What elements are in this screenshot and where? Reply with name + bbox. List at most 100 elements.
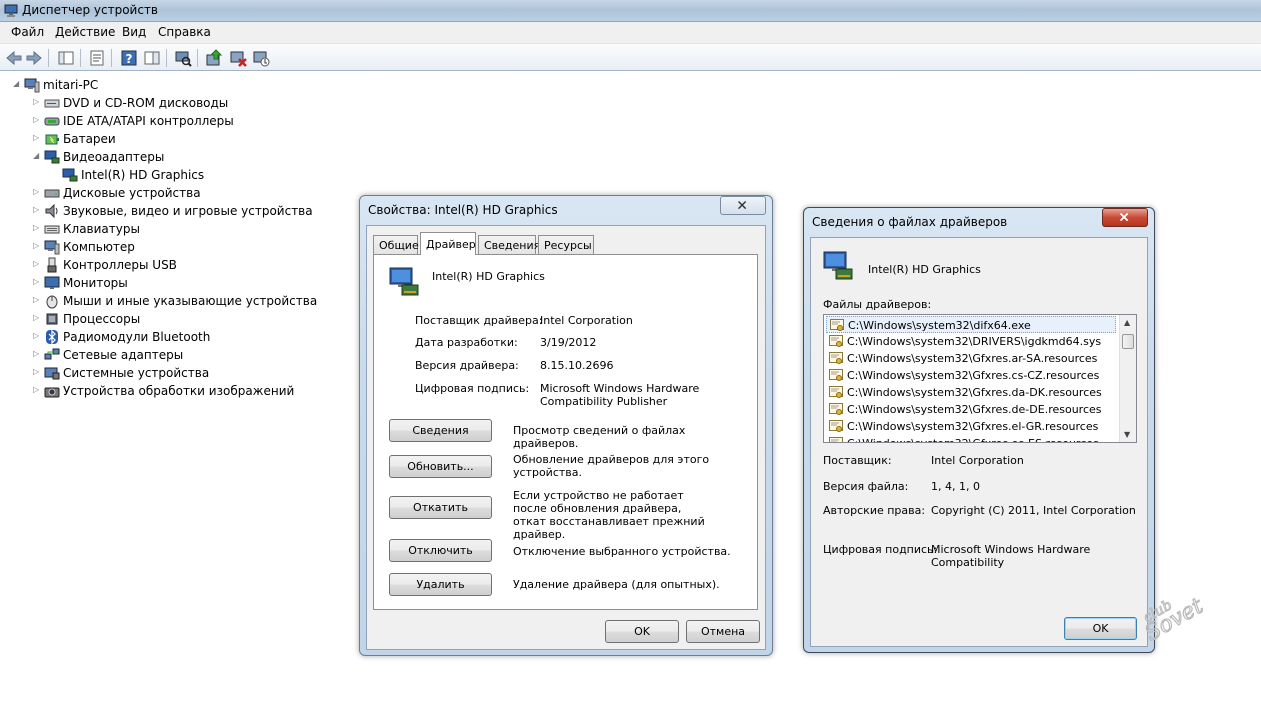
collapsed-arrow-icon[interactable]: ▷ xyxy=(33,331,42,341)
tree-node-label: Батареи xyxy=(63,132,116,146)
menu-file[interactable]: Файл xyxy=(11,25,44,39)
display-adapter-icon xyxy=(822,249,854,281)
show-hide-tree-icon[interactable] xyxy=(57,49,75,67)
rollback-driver-button[interactable]: Откатить xyxy=(389,496,492,519)
collapsed-arrow-icon[interactable]: ▷ xyxy=(33,277,42,287)
processor-icon xyxy=(44,311,60,327)
collapsed-arrow-icon[interactable]: ▷ xyxy=(33,241,42,251)
collapsed-arrow-icon[interactable]: ▷ xyxy=(33,367,42,377)
collapsed-arrow-icon[interactable]: ▷ xyxy=(33,115,42,125)
collapsed-arrow-icon[interactable]: ▷ xyxy=(33,97,42,107)
scroll-thumb[interactable] xyxy=(1122,334,1134,349)
menu-help[interactable]: Справка xyxy=(158,25,211,39)
certificate-file-icon xyxy=(829,369,843,382)
collapsed-arrow-icon[interactable]: ▷ xyxy=(33,385,42,395)
window-title: Диспетчер устройств xyxy=(22,3,159,17)
digital-signature-label: Цифровая подпись: xyxy=(415,382,530,395)
display-adapter-icon xyxy=(44,149,60,165)
driver-version-value: 8.15.10.2696 xyxy=(540,359,614,372)
collapsed-arrow-icon[interactable]: ▷ xyxy=(33,313,42,323)
tab-resources[interactable]: Ресурсы xyxy=(538,235,594,255)
list-item[interactable]: C:\Windows\system32\DRIVERS\igdkmd64.sys xyxy=(826,333,1116,350)
collapsed-arrow-icon[interactable]: ▷ xyxy=(33,133,42,143)
copyright-value: Copyright (C) 2011, Intel Corporation xyxy=(931,504,1136,517)
certificate-file-icon xyxy=(829,403,843,416)
scan-hardware-icon[interactable] xyxy=(174,49,192,67)
menu-action[interactable]: Действие xyxy=(55,25,115,39)
tree-node-label: Системные устройства xyxy=(63,366,210,380)
action-pane-icon[interactable] xyxy=(143,49,161,67)
tab-driver[interactable]: Драйвер xyxy=(420,232,476,255)
disable-device-button[interactable]: Отключить xyxy=(389,539,492,562)
tree-node-label: Intel(R) HD Graphics xyxy=(81,168,205,182)
tree-node-label: Мыши и иные указывающие устройства xyxy=(63,294,318,308)
ok-button[interactable]: OK xyxy=(605,620,679,643)
tree-node-label: Клавиатуры xyxy=(63,222,140,236)
file-provider-label: Поставщик: xyxy=(823,454,892,467)
close-icon[interactable] xyxy=(720,196,766,215)
collapsed-arrow-icon[interactable]: ▷ xyxy=(33,259,42,269)
collapsed-arrow-icon[interactable]: ▷ xyxy=(33,187,42,197)
driver-details-button[interactable]: Сведения xyxy=(389,419,492,442)
file-signature-value: Microsoft Windows Hardware Compatibility xyxy=(931,543,1091,569)
help-icon[interactable]: ? xyxy=(120,49,138,67)
list-item[interactable]: C:\Windows\system32\Gfxres.el-GR.resourc… xyxy=(826,418,1116,435)
watermark-logo: Sovet club xyxy=(1125,585,1235,675)
disable-device-description: Отключение выбранного устройства. xyxy=(513,545,731,558)
cancel-button[interactable]: Отмена xyxy=(686,620,760,643)
driver-provider-value: Intel Corporation xyxy=(540,314,633,327)
disable-device-icon[interactable] xyxy=(252,49,270,67)
driver-files-dialog-title: Сведения о файлах драйверов xyxy=(812,215,1008,229)
list-item[interactable]: C:\Windows\system32\Gfxres.es-ES.resourc… xyxy=(826,435,1116,442)
driver-files-list[interactable]: C:\Windows\system32\Gfxres.es-ES.resourc… xyxy=(823,314,1137,443)
collapsed-arrow-icon[interactable]: ▷ xyxy=(33,295,42,305)
update-driver-button[interactable]: Обновить... xyxy=(389,455,492,478)
copyright-label: Авторские права: xyxy=(823,504,926,517)
driver-files-dialog: Сведения о файлах драйверов Intel(R) HD … xyxy=(803,207,1155,653)
list-item[interactable]: C:\Windows\system32\Gfxres.da-DK.resourc… xyxy=(826,384,1116,401)
list-scrollbar[interactable]: ▲ ▼ xyxy=(1119,315,1136,442)
update-driver-icon[interactable] xyxy=(205,49,223,67)
properties-dialog-title: Свойства: Intel(R) HD Graphics xyxy=(368,203,558,217)
list-item[interactable]: C:\Windows\system32\Gfxres.de-DE.resourc… xyxy=(826,401,1116,418)
expanded-arrow-icon[interactable]: ◢ xyxy=(13,79,22,89)
collapsed-arrow-icon[interactable]: ▷ xyxy=(33,223,42,233)
sound-icon xyxy=(44,203,60,219)
battery-icon xyxy=(44,131,60,147)
tab-details[interactable]: Сведения xyxy=(478,235,540,255)
menu-view[interactable]: Вид xyxy=(122,25,146,39)
uninstall-icon[interactable] xyxy=(229,49,247,67)
file-path: C:\Windows\system32\Gfxres.es-ES.resourc… xyxy=(847,437,1099,442)
properties-icon[interactable] xyxy=(88,49,106,67)
list-item[interactable]: C:\Windows\system32\difx64.exe xyxy=(826,316,1116,333)
driver-date-value: 3/19/2012 xyxy=(540,336,597,349)
tab-general[interactable]: Общие xyxy=(373,235,419,255)
collapsed-arrow-icon[interactable]: ▷ xyxy=(33,349,42,359)
back-arrow-icon[interactable] xyxy=(5,49,23,67)
list-item[interactable]: C:\Windows\system32\Gfxres.cs-CZ.resourc… xyxy=(826,367,1116,384)
uninstall-driver-button[interactable]: Удалить xyxy=(389,573,492,596)
uninstall-driver-description: Удаление драйвера (для опытных). xyxy=(513,578,720,591)
collapsed-arrow-icon[interactable]: ▷ xyxy=(33,205,42,215)
list-item[interactable]: C:\Windows\system32\Gfxres.ar-SA.resourc… xyxy=(826,350,1116,367)
certificate-file-icon xyxy=(829,352,843,365)
digital-signature-value: Microsoft Windows Hardware Compatibility… xyxy=(540,382,700,408)
keyboard-icon xyxy=(44,221,60,237)
certificate-file-icon xyxy=(830,319,844,332)
close-icon[interactable] xyxy=(1102,208,1148,227)
network-icon xyxy=(44,347,60,363)
forward-arrow-icon[interactable] xyxy=(25,49,43,67)
scroll-down-icon[interactable]: ▼ xyxy=(1124,430,1130,439)
menu-bar: Файл Действие Вид Справка xyxy=(0,22,1261,43)
tree-node-label: IDE ATA/ATAPI контроллеры xyxy=(63,114,234,128)
expanded-arrow-icon[interactable]: ◢ xyxy=(33,151,42,161)
driver-version-label: Версия драйвера: xyxy=(415,359,519,372)
tree-node-label: Видеоадаптеры xyxy=(63,150,165,164)
file-path: C:\Windows\system32\DRIVERS\igdkmd64.sys xyxy=(847,335,1102,348)
svg-text:?: ? xyxy=(126,52,133,66)
tree-node-label: Мониторы xyxy=(63,276,128,290)
file-path: C:\Windows\system32\Gfxres.cs-CZ.resourc… xyxy=(847,369,1100,382)
device-name: Intel(R) HD Graphics xyxy=(432,270,545,283)
device-manager-icon xyxy=(4,3,20,18)
scroll-up-icon[interactable]: ▲ xyxy=(1124,318,1130,327)
